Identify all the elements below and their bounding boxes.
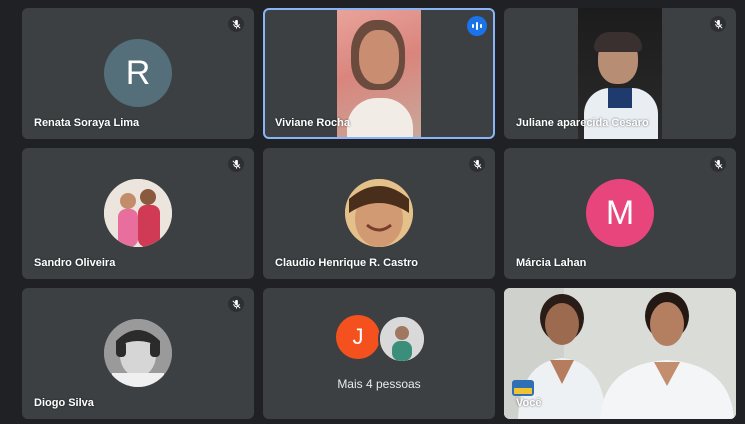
speaking-indicator-icon [467,16,487,36]
mic-off-icon [469,156,485,172]
mic-off-icon [228,156,244,172]
participant-tile-marcia[interactable]: M Márcia Lahan [504,148,736,279]
participant-tile-juliane[interactable]: Juliane aparecida Cesaro [504,8,736,139]
avatar: M [586,179,654,247]
participant-tile-diogo[interactable]: Diogo Silva [22,288,254,419]
mic-off-icon [710,156,726,172]
participant-name: Juliane aparecida Cesaro [516,117,649,129]
more-participants-tile[interactable]: J Mais 4 pessoas [263,288,495,419]
avatar: J [336,315,380,359]
mic-off-icon [228,296,244,312]
self-view-tile[interactable]: Você [504,288,736,419]
avatar [378,315,426,363]
participant-name: Renata Soraya Lima [34,117,140,129]
avatar [345,179,413,247]
participant-name: Claudio Henrique R. Castro [275,257,419,269]
avatar [104,179,172,247]
participant-name: Diogo Silva [34,397,94,409]
self-label: Você [516,397,542,409]
avatar: R [104,39,172,107]
participant-tile-claudio[interactable]: Claudio Henrique R. Castro [263,148,495,279]
participant-name: Viviane Rocha [275,117,350,129]
participant-name: Sandro Oliveira [34,257,116,269]
participant-name: Márcia Lahan [516,257,587,269]
mic-off-icon [710,16,726,32]
mic-off-icon [228,16,244,32]
participant-tile-viviane[interactable]: Viviane Rocha [263,8,495,139]
participant-tile-sandro[interactable]: Sandro Oliveira [22,148,254,279]
more-participants-label: Mais 4 pessoas [337,377,421,391]
avatar [104,319,172,387]
participant-tile-renata[interactable]: R Renata Soraya Lima [22,8,254,139]
